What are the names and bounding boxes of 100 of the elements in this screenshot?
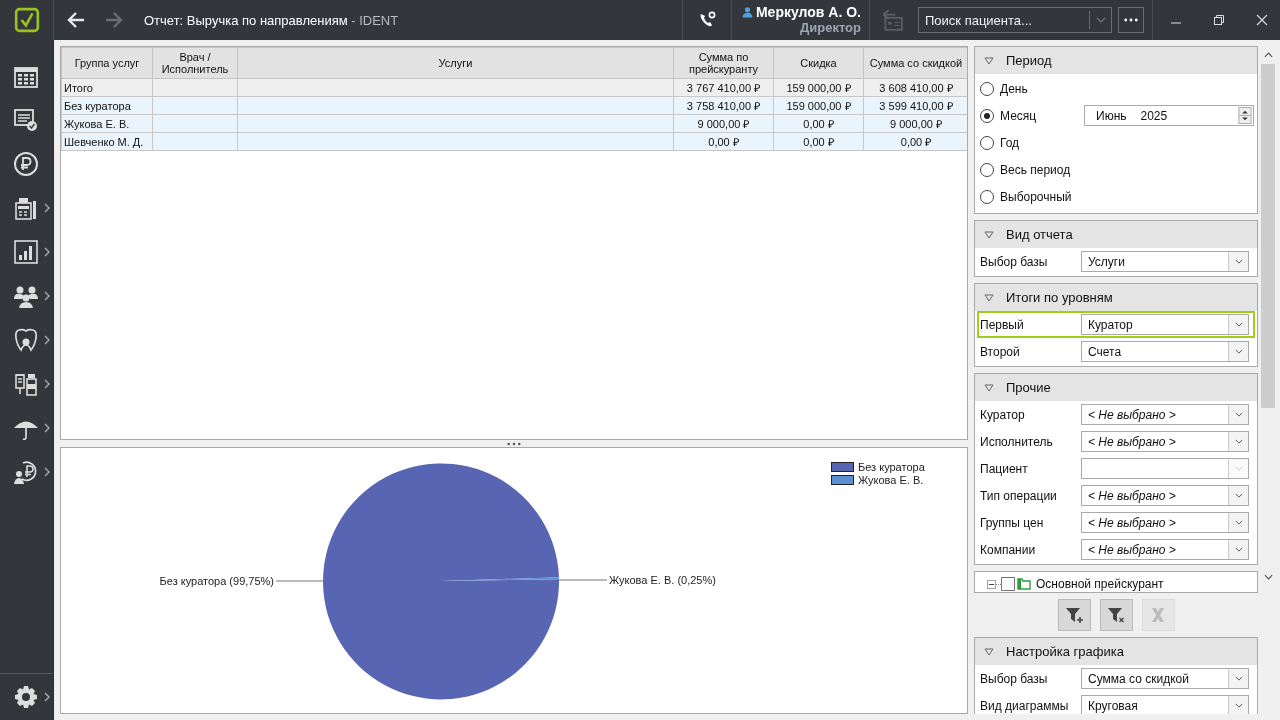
more-button[interactable] <box>1118 7 1144 33</box>
section-header[interactable]: Итоги по уровням <box>975 284 1257 311</box>
settings-icon[interactable] <box>13 684 39 710</box>
section-header[interactable]: Вид отчета <box>975 221 1257 248</box>
add-filter-button[interactable] <box>1057 599 1091 631</box>
dropdown-caret-icon <box>1234 322 1243 327</box>
table-cell: Итого <box>64 81 93 94</box>
dropdown-caret-icon <box>1234 703 1243 708</box>
table-cell: Жукова Е. В. <box>64 117 130 130</box>
tooth-icon[interactable] <box>13 327 39 353</box>
radio-option[interactable]: Выборочный <box>980 189 1083 204</box>
dropdown-field[interactable]: Круговая <box>1081 695 1249 714</box>
year-value: 2025 <box>1140 108 1169 123</box>
dropdown-field[interactable]: Куратор <box>1081 314 1249 335</box>
data-label: Без куратора (99,75%) <box>159 575 274 587</box>
table-cell: 9 000,00 ₽ <box>890 118 942 130</box>
data-label: Жукова Е. В. (0,25%) <box>609 574 716 586</box>
radio-button[interactable] <box>980 135 994 150</box>
collapse-triangle-icon <box>984 383 994 392</box>
folder-icon <box>1017 578 1031 590</box>
table-cell: 159 000,00 ₽ <box>786 82 851 94</box>
section-header[interactable]: Прочие <box>975 374 1257 401</box>
chevron-right-icon <box>44 423 50 433</box>
radio-option[interactable]: Весь период <box>980 162 1083 177</box>
field-label: Исполнитель <box>980 434 1054 449</box>
tree-checkbox[interactable] <box>1001 577 1015 591</box>
dropdown-field[interactable]: < Не выбрано > <box>1081 431 1249 452</box>
table-cell: 3 767 410,00 ₽ <box>686 82 761 94</box>
chevron-right-icon <box>44 291 50 301</box>
collapse-triangle-icon <box>984 647 994 656</box>
spinner-arrows-icon[interactable] <box>1238 107 1252 124</box>
chevron-right-icon <box>44 335 50 345</box>
ruble-icon[interactable] <box>13 151 39 177</box>
back-arrow-icon[interactable] <box>66 10 86 30</box>
supplies-icon[interactable] <box>13 371 39 397</box>
more-icon <box>1124 18 1138 22</box>
dropdown-field[interactable]: Счета <box>1081 341 1249 362</box>
dropdown-field[interactable]: < Не выбрано > <box>1081 485 1249 506</box>
table-cell: 3 608 410,00 ₽ <box>879 82 953 94</box>
payer-icon[interactable] <box>13 459 39 485</box>
user-name[interactable]: Меркулов А. О. <box>755 4 861 20</box>
field-label: Второй <box>980 344 1021 359</box>
dropdown-field[interactable]: < Не выбрано > <box>1081 512 1249 533</box>
column-header[interactable]: Врач / Исполнитель <box>152 47 238 79</box>
radio-option[interactable]: Год <box>980 135 1083 150</box>
chevron-right-icon <box>44 203 50 213</box>
dropdown-caret-icon <box>1234 259 1243 264</box>
window-title: Отчет: Выручка по направлениям - IDENT <box>144 12 400 28</box>
restore-icon[interactable] <box>1213 14 1225 26</box>
scroll-down-icon[interactable] <box>1263 574 1273 580</box>
dropdown-caret-icon <box>1234 520 1243 525</box>
month-spinner-field[interactable]: Июнь 2025 <box>1084 105 1254 126</box>
section-header[interactable]: Период <box>975 47 1257 74</box>
column-header[interactable]: Скидка <box>773 47 864 79</box>
radio-button[interactable] <box>980 81 994 96</box>
field-label: Вид диаграммы <box>980 698 1070 713</box>
dropdown-field[interactable]: Услуги <box>1081 251 1249 272</box>
dropdown-field[interactable]: < Не выбрано > <box>1081 404 1249 425</box>
scroll-up-icon[interactable] <box>1263 52 1273 58</box>
table-cell: 3 599 410,00 ₽ <box>879 100 953 112</box>
table-cell: 9 000,00 ₽ <box>697 118 750 130</box>
dropdown-caret-icon <box>1234 676 1243 681</box>
field-label: Тип операции <box>980 488 1058 503</box>
close-icon[interactable] <box>1256 14 1268 26</box>
table-cell: Шевченко М. Д. <box>64 135 144 148</box>
table-cell: 0,00 ₽ <box>708 136 739 148</box>
chevron-right-icon <box>44 379 50 389</box>
column-header[interactable]: Услуги <box>237 47 674 79</box>
column-header[interactable]: Сумма со скидкой <box>863 47 967 79</box>
dropdown-caret-icon <box>1234 547 1243 552</box>
radio-option[interactable]: Месяц <box>980 108 1083 123</box>
section-header[interactable]: Настройка графика <box>975 638 1257 665</box>
remove-filter-button[interactable] <box>1099 599 1133 631</box>
month-value: Июнь <box>1096 108 1127 123</box>
cashier-icon[interactable] <box>13 195 39 221</box>
stats-icon[interactable] <box>13 239 39 265</box>
radio-option[interactable]: День <box>980 81 1083 96</box>
dropdown-caret-icon <box>1234 349 1243 354</box>
tree-item-label[interactable]: Основной прейскурант <box>1036 577 1164 591</box>
splitter-handle-icon[interactable] <box>507 441 521 446</box>
dropdown-caret-icon[interactable] <box>1096 17 1106 23</box>
radio-button[interactable] <box>980 108 994 123</box>
patient-search-field[interactable]: Поиск пациента... <box>918 7 1112 33</box>
tasks-icon[interactable] <box>13 107 39 133</box>
legend-label: Без куратора <box>858 461 925 473</box>
dropdown-field[interactable]: Сумма со скидкой <box>1081 668 1249 689</box>
radio-button[interactable] <box>980 189 994 204</box>
logo-icon[interactable] <box>13 7 40 33</box>
field-label: Компании <box>980 542 1037 557</box>
radio-button[interactable] <box>980 162 994 177</box>
dropdown-field[interactable]: < Не выбрано > <box>1081 539 1249 560</box>
table-cell: 159 000,00 ₽ <box>786 100 851 112</box>
field-label: Группы цен <box>980 515 1045 530</box>
collapse-triangle-icon <box>984 293 994 302</box>
expander-icon[interactable] <box>987 579 996 589</box>
dropdown-caret-icon <box>1234 412 1243 417</box>
table-cell: 0,00 ₽ <box>803 136 834 148</box>
column-header[interactable]: Группа услуг <box>61 47 153 79</box>
column-header[interactable]: Сумма по прейскуранту <box>673 47 774 79</box>
field-label: Первый <box>980 317 1025 332</box>
